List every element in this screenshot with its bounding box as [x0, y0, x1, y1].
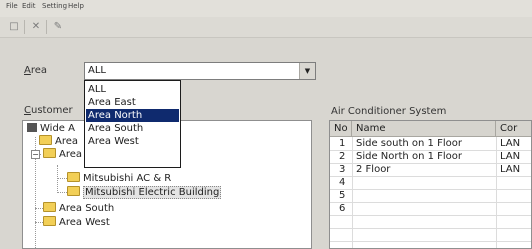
tree-item-label: Mitsubishi AC & R: [83, 173, 172, 184]
table-cell-connection: LAN: [500, 138, 521, 149]
column-header-no[interactable]: No: [330, 121, 352, 137]
tree-item-label: Area: [55, 136, 79, 147]
table-cell-name[interactable]: Side North on 1 Floor: [356, 151, 462, 163]
area-option-east[interactable]: Area East: [86, 96, 179, 109]
tree-root-label: Wide A: [40, 123, 75, 134]
area-option-south[interactable]: Area South: [86, 122, 179, 135]
area-select-value: ALL: [88, 65, 106, 76]
new-icon[interactable]: □: [6, 19, 22, 35]
collapse-icon[interactable]: −: [31, 150, 40, 159]
table-cell-connection: LAN: [500, 164, 521, 175]
folder-icon: [67, 172, 80, 182]
folder-open-icon: [43, 148, 56, 158]
tree-root[interactable]: Wide A: [27, 123, 75, 134]
tree-item-mitsubishi-electric-building[interactable]: Mitsubishi Electric Building: [67, 186, 222, 199]
table-cell-name[interactable]: Side south on 1 Floor: [356, 138, 462, 150]
customer-label: Customer: [24, 105, 73, 116]
tree-item-mitsubishi-acr[interactable]: Mitsubishi AC & R: [67, 172, 171, 184]
menu-setting[interactable]: Setting: [42, 2, 67, 10]
toolbar-separator: [46, 20, 47, 34]
ac-system-table[interactable]: No Name Cor 1 Side south on 1 Floor LAN …: [329, 120, 532, 249]
table-cell-no: 6: [339, 203, 346, 214]
area-option-all[interactable]: ALL: [86, 83, 179, 96]
table-cell-no: 1: [339, 138, 346, 149]
toolbar-separator: [24, 20, 25, 34]
area-select[interactable]: ALL ▼: [84, 62, 316, 80]
table-cell-no: 4: [339, 177, 346, 188]
table-cell-no: 2: [339, 151, 346, 162]
tree-item-area-south[interactable]: Area South: [43, 202, 114, 214]
table-cell-name[interactable]: 2 Floor: [356, 164, 390, 176]
menu-edit[interactable]: Edit: [22, 2, 36, 10]
tree-item-label: Mitsubishi Electric Building: [83, 186, 222, 199]
folder-icon: [43, 216, 56, 226]
menu-help[interactable]: Help: [68, 2, 84, 10]
table-cell-connection: LAN: [500, 151, 521, 162]
edit-icon[interactable]: ✎: [50, 19, 66, 35]
area-option-west[interactable]: Area West: [86, 135, 179, 148]
tree-item-area-east[interactable]: Area: [39, 135, 78, 147]
folder-icon: [67, 186, 80, 196]
toolbar: □ ✕ ✎: [0, 17, 532, 38]
tree-item-area-west[interactable]: Area West: [43, 216, 110, 228]
ac-system-label: Air Conditioner System: [331, 106, 447, 117]
network-icon: [27, 123, 37, 132]
chevron-down-icon[interactable]: ▼: [299, 63, 315, 79]
menu-file[interactable]: File: [6, 2, 18, 10]
tree-item-label: Area South: [59, 203, 115, 214]
tree-item-label: Area West: [59, 217, 110, 228]
folder-icon: [39, 135, 52, 145]
table-cell-no: 3: [339, 164, 346, 175]
area-dropdown-list[interactable]: ALL Area East Area North Area South Area…: [84, 80, 181, 168]
area-option-north[interactable]: Area North: [86, 109, 179, 122]
menu-bar: File Edit Setting Help: [0, 0, 532, 17]
delete-icon[interactable]: ✕: [28, 19, 44, 35]
column-header-name[interactable]: Name: [352, 121, 496, 137]
table-cell-no: 5: [339, 190, 346, 201]
column-header-connection[interactable]: Cor: [496, 121, 531, 137]
folder-icon: [43, 202, 56, 212]
area-label: Area: [24, 65, 48, 76]
